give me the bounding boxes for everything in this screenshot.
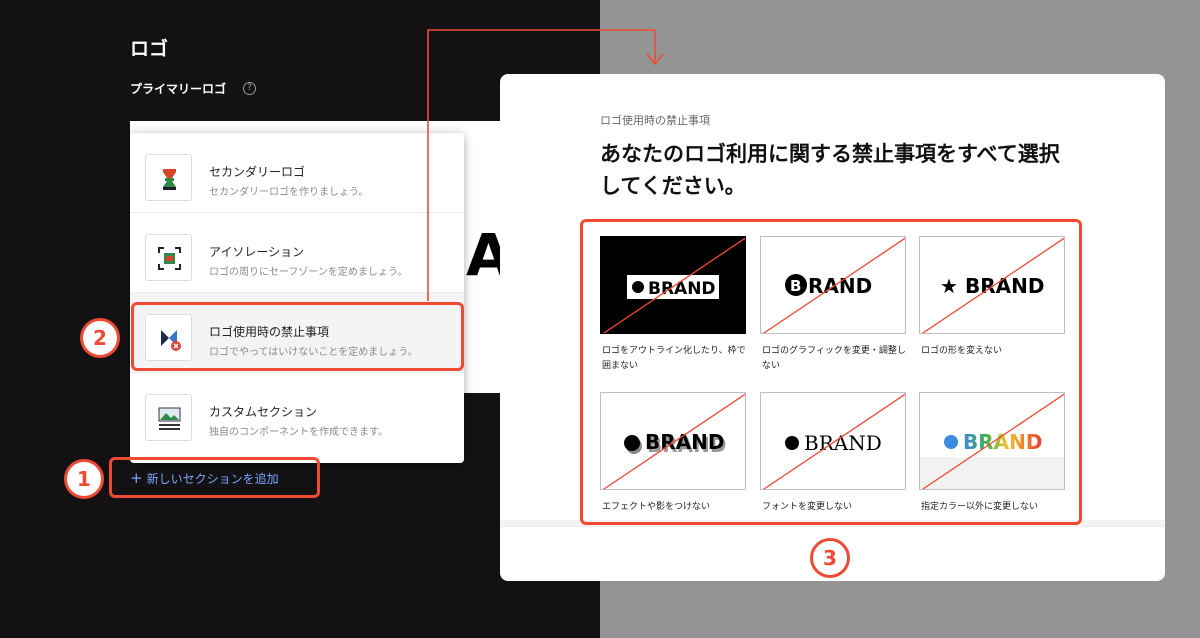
- menu-item-secondary-logo[interactable]: セカンダリーロゴ セカンダリーロゴを作りましょう。: [130, 133, 464, 213]
- highlight-add-section: [109, 457, 320, 498]
- highlight-logo-misuse: [131, 302, 464, 371]
- menu-item-isolation[interactable]: アイソレーション ロゴの周りにセーフゾーンを定めましょう。: [130, 213, 464, 293]
- menu-item-title: セカンダリーロゴ: [209, 165, 306, 179]
- highlight-rules-grid: [580, 219, 1082, 525]
- secondary-logo-icon: [145, 154, 192, 201]
- add-section-menu: セカンダリーロゴ セカンダリーロゴを作りましょう。 アイソレーション ロゴの周り…: [130, 133, 464, 463]
- primary-logo-label: プライマリーロゴ: [130, 82, 227, 96]
- menu-item-custom-section[interactable]: カスタムセクション 独自のコンポーネントを作成できます。: [130, 373, 464, 463]
- help-icon[interactable]: ?: [243, 82, 256, 95]
- menu-item-title: アイソレーション: [209, 245, 305, 259]
- isolation-icon: [145, 234, 192, 281]
- modal-section-label: ロゴ使用時の禁止事項: [600, 114, 710, 127]
- page-title: ロゴ: [130, 38, 169, 60]
- menu-item-desc: セカンダリーロゴを作りましょう。: [209, 187, 369, 198]
- menu-item-title: カスタムセクション: [209, 405, 318, 419]
- step-number-3: 3: [810, 538, 850, 578]
- step-number-2: 2: [80, 318, 120, 358]
- modal-question: あなたのロゴ利用に関する禁止事項をすべて選択してください。: [600, 142, 1060, 198]
- menu-item-desc: 独自のコンポーネントを作成できます。: [209, 427, 388, 438]
- step-number-1: 1: [64, 459, 104, 499]
- menu-item-desc: ロゴの周りにセーフゾーンを定めましょう。: [209, 267, 408, 278]
- custom-section-icon: [145, 394, 192, 441]
- modal-footer-divider: [500, 526, 1165, 527]
